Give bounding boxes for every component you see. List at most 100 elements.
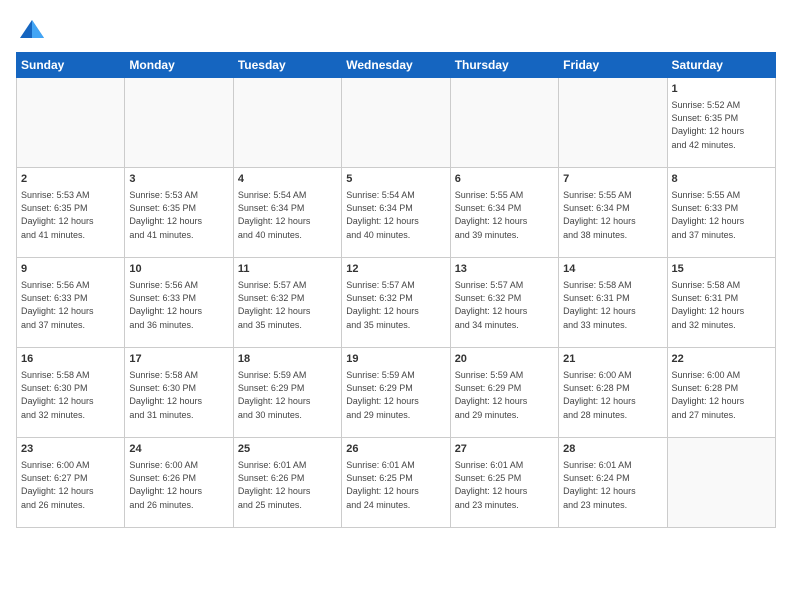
- calendar-table: SundayMondayTuesdayWednesdayThursdayFrid…: [16, 52, 776, 528]
- day-info: Sunrise: 5:57 AM Sunset: 6:32 PM Dayligh…: [346, 279, 445, 331]
- day-number: 14: [563, 262, 662, 277]
- calendar-cell: [450, 78, 558, 168]
- calendar-cell: [559, 78, 667, 168]
- calendar-cell: 26 Sunrise: 6:01 AM Sunset: 6:25 PM Dayli…: [342, 438, 450, 528]
- day-number: 22: [672, 352, 771, 367]
- header-wednesday: Wednesday: [342, 53, 450, 78]
- day-number: 3: [129, 172, 228, 187]
- day-number: 25: [238, 442, 337, 457]
- day-number: 6: [455, 172, 554, 187]
- calendar-cell: 21 Sunrise: 6:00 AM Sunset: 6:28 PM Dayli…: [559, 348, 667, 438]
- day-number: 27: [455, 442, 554, 457]
- day-info: Sunrise: 5:55 AM Sunset: 6:33 PM Dayligh…: [672, 189, 771, 241]
- calendar-cell: 20 Sunrise: 5:59 AM Sunset: 6:29 PM Dayli…: [450, 348, 558, 438]
- calendar-cell: 10 Sunrise: 5:56 AM Sunset: 6:33 PM Dayli…: [125, 258, 233, 348]
- day-number: 21: [563, 352, 662, 367]
- calendar-cell: 1 Sunrise: 5:52 AM Sunset: 6:35 PM Daylig…: [667, 78, 775, 168]
- day-number: 26: [346, 442, 445, 457]
- day-info: Sunrise: 5:55 AM Sunset: 6:34 PM Dayligh…: [455, 189, 554, 241]
- week-row-1: 2 Sunrise: 5:53 AM Sunset: 6:35 PM Daylig…: [17, 168, 776, 258]
- day-info: Sunrise: 5:58 AM Sunset: 6:31 PM Dayligh…: [563, 279, 662, 331]
- calendar-cell: 6 Sunrise: 5:55 AM Sunset: 6:34 PM Daylig…: [450, 168, 558, 258]
- day-info: Sunrise: 6:00 AM Sunset: 6:28 PM Dayligh…: [672, 369, 771, 421]
- day-number: 12: [346, 262, 445, 277]
- header-friday: Friday: [559, 53, 667, 78]
- day-number: 13: [455, 262, 554, 277]
- day-number: 2: [21, 172, 120, 187]
- day-number: 18: [238, 352, 337, 367]
- calendar-cell: 2 Sunrise: 5:53 AM Sunset: 6:35 PM Daylig…: [17, 168, 125, 258]
- header-sunday: Sunday: [17, 53, 125, 78]
- header-tuesday: Tuesday: [233, 53, 341, 78]
- day-info: Sunrise: 5:58 AM Sunset: 6:30 PM Dayligh…: [129, 369, 228, 421]
- calendar-cell: 28 Sunrise: 6:01 AM Sunset: 6:24 PM Dayli…: [559, 438, 667, 528]
- day-number: 24: [129, 442, 228, 457]
- calendar-cell: 3Sunrise: 5:53 AM Sunset: 6:35 PM Daylig…: [125, 168, 233, 258]
- day-number: 7: [563, 172, 662, 187]
- day-number: 9: [21, 262, 120, 277]
- calendar-cell: 12 Sunrise: 5:57 AM Sunset: 6:32 PM Dayli…: [342, 258, 450, 348]
- day-info: Sunrise: 5:59 AM Sunset: 6:29 PM Dayligh…: [346, 369, 445, 421]
- calendar-cell: 9 Sunrise: 5:56 AM Sunset: 6:33 PM Daylig…: [17, 258, 125, 348]
- day-info: Sunrise: 6:01 AM Sunset: 6:25 PM Dayligh…: [455, 459, 554, 511]
- calendar-cell: 11Sunrise: 5:57 AM Sunset: 6:32 PM Dayli…: [233, 258, 341, 348]
- day-info: Sunrise: 5:52 AM Sunset: 6:35 PM Dayligh…: [672, 99, 771, 151]
- day-info: Sunrise: 6:00 AM Sunset: 6:27 PM Dayligh…: [21, 459, 120, 511]
- page-header: [16, 16, 776, 44]
- day-number: 15: [672, 262, 771, 277]
- day-number: 19: [346, 352, 445, 367]
- header-thursday: Thursday: [450, 53, 558, 78]
- day-info: Sunrise: 5:57 AM Sunset: 6:32 PM Dayligh…: [455, 279, 554, 331]
- day-info: Sunrise: 6:01 AM Sunset: 6:24 PM Dayligh…: [563, 459, 662, 511]
- calendar-header-row: SundayMondayTuesdayWednesdayThursdayFrid…: [17, 53, 776, 78]
- header-saturday: Saturday: [667, 53, 775, 78]
- calendar-cell: 27 Sunrise: 6:01 AM Sunset: 6:25 PM Dayli…: [450, 438, 558, 528]
- day-info: Sunrise: 6:00 AM Sunset: 6:28 PM Dayligh…: [563, 369, 662, 421]
- calendar-cell: 22 Sunrise: 6:00 AM Sunset: 6:28 PM Dayli…: [667, 348, 775, 438]
- calendar-cell: 8 Sunrise: 5:55 AM Sunset: 6:33 PM Daylig…: [667, 168, 775, 258]
- day-info: Sunrise: 5:58 AM Sunset: 6:30 PM Dayligh…: [21, 369, 120, 421]
- day-number: 8: [672, 172, 771, 187]
- day-number: 23: [21, 442, 120, 457]
- calendar-cell: 14 Sunrise: 5:58 AM Sunset: 6:31 PM Dayli…: [559, 258, 667, 348]
- calendar-cell: 18 Sunrise: 5:59 AM Sunset: 6:29 PM Dayli…: [233, 348, 341, 438]
- week-row-0: 1 Sunrise: 5:52 AM Sunset: 6:35 PM Daylig…: [17, 78, 776, 168]
- day-info: Sunrise: 5:54 AM Sunset: 6:34 PM Dayligh…: [346, 189, 445, 241]
- day-info: Sunrise: 5:59 AM Sunset: 6:29 PM Dayligh…: [238, 369, 337, 421]
- calendar-cell: 7 Sunrise: 5:55 AM Sunset: 6:34 PM Daylig…: [559, 168, 667, 258]
- day-info: Sunrise: 5:57 AM Sunset: 6:32 PM Dayligh…: [238, 279, 337, 331]
- logo-icon: [18, 16, 46, 44]
- day-info: Sunrise: 5:55 AM Sunset: 6:34 PM Dayligh…: [563, 189, 662, 241]
- calendar-cell: 13 Sunrise: 5:57 AM Sunset: 6:32 PM Dayli…: [450, 258, 558, 348]
- day-info: Sunrise: 5:58 AM Sunset: 6:31 PM Dayligh…: [672, 279, 771, 331]
- calendar-cell: [342, 78, 450, 168]
- day-number: 28: [563, 442, 662, 457]
- week-row-4: 23 Sunrise: 6:00 AM Sunset: 6:27 PM Dayli…: [17, 438, 776, 528]
- day-info: Sunrise: 5:56 AM Sunset: 6:33 PM Dayligh…: [129, 279, 228, 331]
- calendar-cell: 25 Sunrise: 6:01 AM Sunset: 6:26 PM Dayli…: [233, 438, 341, 528]
- day-number: 5: [346, 172, 445, 187]
- calendar-cell: 24 Sunrise: 6:00 AM Sunset: 6:26 PM Dayli…: [125, 438, 233, 528]
- logo: [16, 16, 46, 44]
- week-row-2: 9 Sunrise: 5:56 AM Sunset: 6:33 PM Daylig…: [17, 258, 776, 348]
- day-number: 1: [672, 82, 771, 97]
- day-number: 4: [238, 172, 337, 187]
- day-info: Sunrise: 5:56 AM Sunset: 6:33 PM Dayligh…: [21, 279, 120, 331]
- day-number: 10: [129, 262, 228, 277]
- day-info: Sunrise: 5:59 AM Sunset: 6:29 PM Dayligh…: [455, 369, 554, 421]
- calendar-cell: [667, 438, 775, 528]
- day-info: Sunrise: 6:00 AM Sunset: 6:26 PM Dayligh…: [129, 459, 228, 511]
- calendar-cell: 4Sunrise: 5:54 AM Sunset: 6:34 PM Daylig…: [233, 168, 341, 258]
- week-row-3: 16Sunrise: 5:58 AM Sunset: 6:30 PM Dayli…: [17, 348, 776, 438]
- calendar-cell: [17, 78, 125, 168]
- calendar-cell: 16Sunrise: 5:58 AM Sunset: 6:30 PM Dayli…: [17, 348, 125, 438]
- calendar-cell: 19 Sunrise: 5:59 AM Sunset: 6:29 PM Dayli…: [342, 348, 450, 438]
- calendar-cell: 17Sunrise: 5:58 AM Sunset: 6:30 PM Dayli…: [125, 348, 233, 438]
- calendar-cell: [125, 78, 233, 168]
- day-info: Sunrise: 6:01 AM Sunset: 6:26 PM Dayligh…: [238, 459, 337, 511]
- calendar-cell: 15 Sunrise: 5:58 AM Sunset: 6:31 PM Dayli…: [667, 258, 775, 348]
- day-info: Sunrise: 5:53 AM Sunset: 6:35 PM Dayligh…: [21, 189, 120, 241]
- day-info: Sunrise: 6:01 AM Sunset: 6:25 PM Dayligh…: [346, 459, 445, 511]
- day-number: 20: [455, 352, 554, 367]
- header-monday: Monday: [125, 53, 233, 78]
